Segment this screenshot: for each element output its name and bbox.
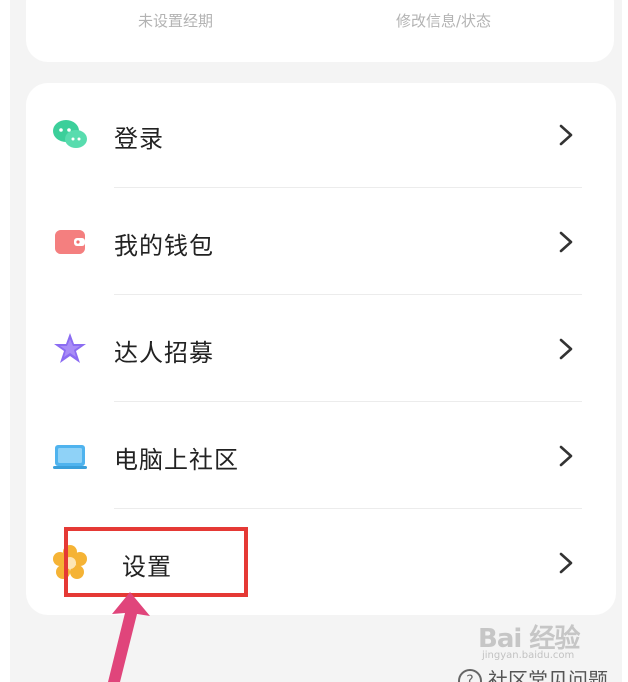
menu-item-label: 我的钱包 bbox=[114, 232, 214, 260]
profile-status-card: 未设置经期 修改信息/状态 bbox=[26, 0, 614, 62]
watermark-sub: jingyan.baidu.com bbox=[482, 650, 575, 661]
menu-item-label: 登录 bbox=[114, 125, 164, 153]
menu-item-label: 达人招募 bbox=[114, 339, 214, 367]
question-circle-icon: ? bbox=[458, 669, 482, 682]
divider bbox=[114, 401, 582, 402]
annotation-arrow-icon bbox=[108, 592, 150, 682]
chevron-right-icon bbox=[559, 552, 573, 574]
laptop-icon bbox=[53, 445, 87, 469]
chevron-right-icon bbox=[559, 124, 573, 146]
menu-item-recruit[interactable]: 达人招募 bbox=[26, 297, 616, 404]
menu-item-label: 电脑上社区 bbox=[114, 446, 239, 474]
faq-link[interactable]: ? 社区常见问题 bbox=[458, 664, 608, 682]
wechat-chat-icon bbox=[53, 120, 87, 148]
divider bbox=[114, 508, 582, 509]
menu-item-pc-community[interactable]: 电脑上社区 bbox=[26, 404, 616, 511]
divider bbox=[114, 187, 582, 188]
star-icon bbox=[54, 333, 86, 363]
edit-info-link[interactable]: 修改信息/状态 bbox=[396, 10, 491, 31]
chevron-right-icon bbox=[559, 338, 573, 360]
chevron-right-icon bbox=[559, 231, 573, 253]
chevron-right-icon bbox=[559, 445, 573, 467]
divider bbox=[114, 294, 582, 295]
period-status-link[interactable]: 未设置经期 bbox=[138, 10, 213, 31]
wallet-icon bbox=[55, 230, 85, 254]
annotation-highlight-box bbox=[64, 527, 248, 597]
menu-item-login[interactable]: 登录 bbox=[26, 83, 616, 190]
baidu-watermark: Bai 经验 jingyan.baidu.com bbox=[478, 618, 608, 662]
menu-item-wallet[interactable]: 我的钱包 bbox=[26, 190, 616, 297]
faq-label: 社区常见问题 bbox=[488, 668, 608, 682]
